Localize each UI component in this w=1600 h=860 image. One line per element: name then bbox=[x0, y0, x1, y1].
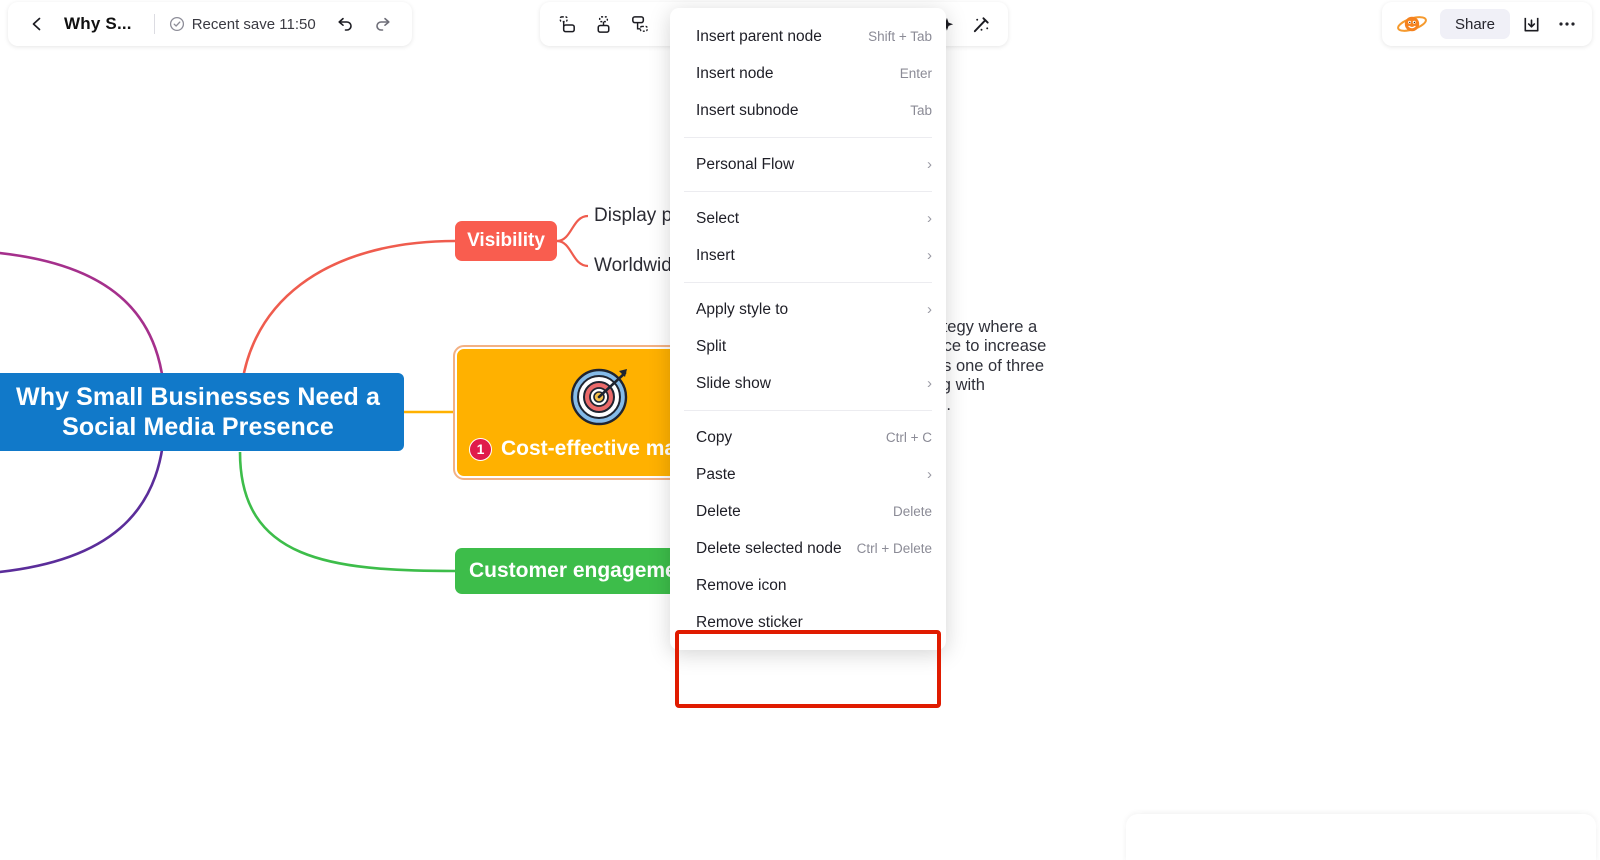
back-icon[interactable] bbox=[26, 13, 48, 35]
mindmap-root-node[interactable]: Why Small Businesses Need a Social Media… bbox=[0, 373, 404, 451]
insert-parent-node-icon[interactable] bbox=[550, 7, 584, 41]
cost-node-label-row: 1 Cost-effective mark bbox=[469, 436, 696, 462]
chevron-right-icon: › bbox=[927, 467, 932, 482]
menu-item-label: Delete bbox=[696, 503, 893, 521]
menu-item-label: Remove icon bbox=[696, 577, 932, 595]
node-number-badge: 1 bbox=[469, 438, 492, 461]
menu-item-remove-icon[interactable]: Remove icon bbox=[670, 567, 946, 604]
menu-item-slide-show[interactable]: Slide show › bbox=[670, 365, 946, 402]
bottom-right-panel[interactable] bbox=[1126, 814, 1596, 860]
mindmap-leaf-display[interactable]: Display pr bbox=[594, 205, 678, 227]
menu-item-personal-flow[interactable]: Personal Flow › bbox=[670, 146, 946, 183]
menu-item-paste[interactable]: Paste › bbox=[670, 456, 946, 493]
root-title-line1: Why Small Businesses Need a bbox=[16, 382, 380, 413]
menu-item-label: Insert subnode bbox=[696, 102, 910, 120]
menu-item-label: Insert parent node bbox=[696, 28, 868, 46]
chevron-right-icon: › bbox=[927, 211, 932, 226]
check-circle-icon bbox=[169, 16, 185, 32]
save-status-text: Recent save 11:50 bbox=[192, 16, 316, 33]
share-button[interactable]: Share bbox=[1440, 9, 1510, 39]
menu-item-insert-node[interactable]: Insert node Enter bbox=[670, 55, 946, 92]
insert-sibling-node-icon[interactable] bbox=[586, 7, 620, 41]
menu-item-label: Delete selected node bbox=[696, 540, 857, 558]
insert-subnode-icon[interactable] bbox=[622, 7, 656, 41]
document-bar: Why S... Recent save 11:50 bbox=[8, 2, 412, 46]
account-bar: Share bbox=[1382, 2, 1592, 46]
menu-item-shortcut: Enter bbox=[900, 66, 932, 81]
mascot-planet-icon[interactable] bbox=[1394, 9, 1430, 39]
menu-item-shortcut: Shift + Tab bbox=[868, 29, 932, 44]
root-title-line2: Social Media Presence bbox=[62, 412, 334, 443]
menu-item-copy[interactable]: Copy Ctrl + C bbox=[670, 419, 946, 456]
menu-item-delete[interactable]: Delete Delete bbox=[670, 493, 946, 530]
menu-item-delete-selected-node[interactable]: Delete selected node Ctrl + Delete bbox=[670, 530, 946, 567]
menu-item-label: Split bbox=[696, 338, 932, 356]
download-icon[interactable] bbox=[1516, 9, 1546, 39]
chevron-right-icon: › bbox=[927, 302, 932, 317]
menu-item-label: Apply style to bbox=[696, 301, 927, 319]
magic-wand-icon[interactable] bbox=[964, 7, 998, 41]
menu-item-remove-sticker[interactable]: Remove sticker bbox=[670, 604, 946, 641]
menu-item-apply-style-to[interactable]: Apply style to › bbox=[670, 291, 946, 328]
share-label: Share bbox=[1455, 16, 1495, 33]
chevron-right-icon: › bbox=[927, 376, 932, 391]
chevron-right-icon: › bbox=[927, 248, 932, 263]
menu-item-label: Select bbox=[696, 210, 927, 228]
menu-item-label: Remove sticker bbox=[696, 614, 932, 632]
menu-item-shortcut: Tab bbox=[910, 103, 932, 118]
menu-group: Apply style to › Split Slide show › bbox=[670, 291, 946, 402]
divider bbox=[154, 14, 155, 34]
menu-item-insert[interactable]: Insert › bbox=[670, 237, 946, 274]
menu-item-insert-parent-node[interactable]: Insert parent node Shift + Tab bbox=[670, 18, 946, 55]
menu-separator bbox=[684, 410, 932, 411]
node-label: Visibility bbox=[467, 229, 545, 252]
redo-icon[interactable] bbox=[368, 9, 398, 39]
menu-item-shortcut: Ctrl + Delete bbox=[857, 541, 932, 556]
menu-group: Copy Ctrl + C Paste › Delete Delete Dele… bbox=[670, 419, 946, 641]
menu-item-label: Insert bbox=[696, 247, 927, 265]
menu-group: Personal Flow › bbox=[670, 146, 946, 183]
menu-item-label: Insert node bbox=[696, 65, 900, 83]
menu-item-label: Slide show bbox=[696, 375, 927, 393]
menu-separator bbox=[684, 137, 932, 138]
menu-item-shortcut: Delete bbox=[893, 504, 932, 519]
menu-group: Select › Insert › bbox=[670, 200, 946, 274]
menu-separator bbox=[684, 191, 932, 192]
menu-item-insert-subnode[interactable]: Insert subnode Tab bbox=[670, 92, 946, 129]
menu-group: Insert parent node Shift + Tab Insert no… bbox=[670, 18, 946, 129]
menu-separator bbox=[684, 282, 932, 283]
node-label: Customer engagemen bbox=[469, 558, 690, 584]
menu-item-shortcut: Ctrl + C bbox=[886, 430, 932, 445]
save-status: Recent save 11:50 bbox=[169, 16, 316, 33]
menu-item-split[interactable]: Split bbox=[670, 328, 946, 365]
mindmap-node-visibility[interactable]: Visibility bbox=[455, 221, 557, 261]
menu-item-select[interactable]: Select › bbox=[670, 200, 946, 237]
document-title[interactable]: Why S... bbox=[64, 14, 132, 34]
more-horizontal-icon[interactable] bbox=[1552, 9, 1582, 39]
context-menu[interactable]: Insert parent node Shift + Tab Insert no… bbox=[670, 8, 946, 650]
menu-item-label: Copy bbox=[696, 429, 886, 447]
mindmap-app: Why Small Businesses Need a Social Media… bbox=[0, 0, 1600, 860]
menu-item-label: Paste bbox=[696, 466, 927, 484]
node-label: Cost-effective mark bbox=[501, 436, 696, 462]
target-dartboard-sticker bbox=[567, 361, 635, 429]
undo-icon[interactable] bbox=[330, 9, 360, 39]
menu-item-label: Personal Flow bbox=[696, 156, 927, 174]
chevron-right-icon: › bbox=[927, 157, 932, 172]
